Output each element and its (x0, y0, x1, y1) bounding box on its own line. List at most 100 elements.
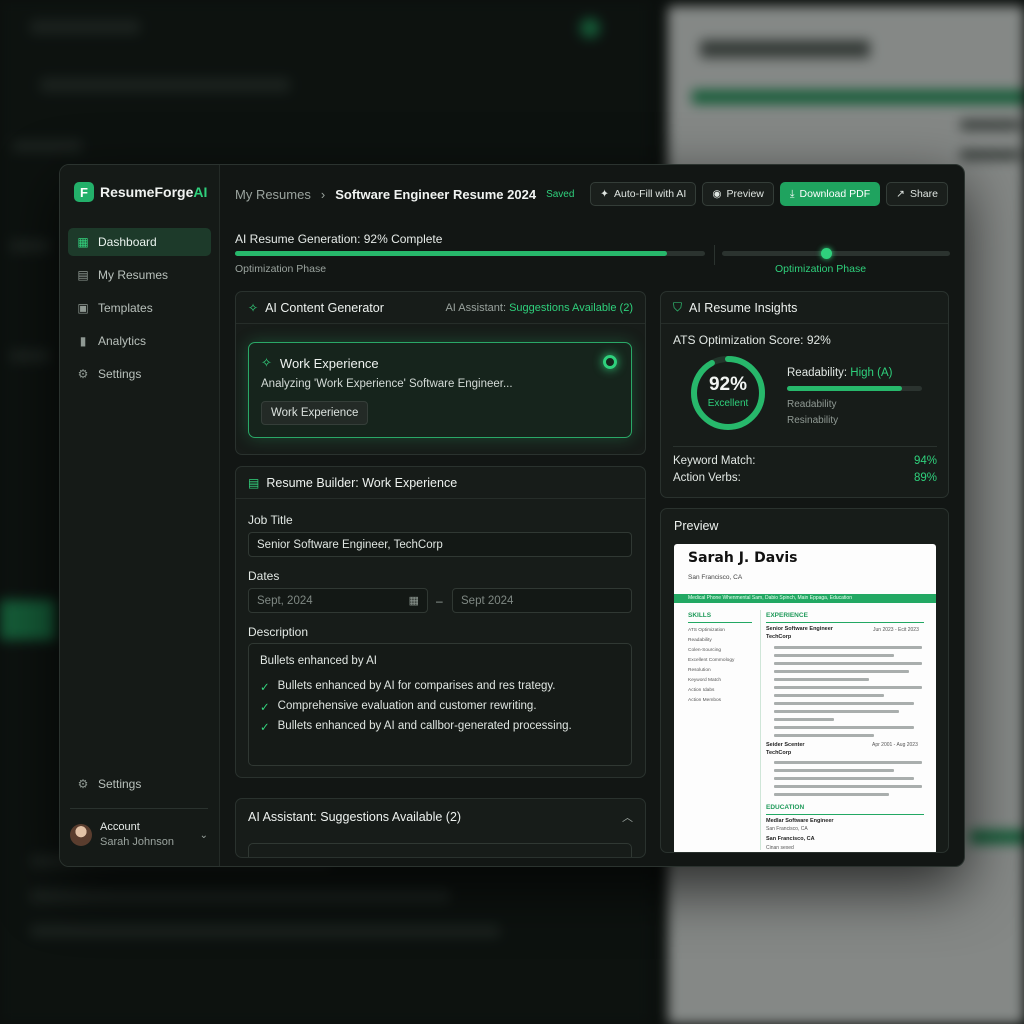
readability-label: Readability: High (A) (787, 367, 892, 379)
loading-spinner-icon (603, 355, 617, 369)
card-header: ⛉ AI Resume Insights (661, 292, 948, 324)
readability-prefix: Readability: (787, 367, 851, 379)
resume-builder-card: ▤ Resume Builder: Work Experience Job Ti… (235, 466, 646, 778)
sidebar-item-label: Templates (98, 301, 153, 315)
bullet-line (774, 654, 894, 657)
card-title: AI Resume Insights (689, 300, 798, 315)
skills-heading: SKILLS (688, 612, 712, 619)
job1-company: TechCorp (766, 634, 792, 640)
description-bullet: ✓ Bullets enhanced by AI and callbor-gene… (260, 720, 572, 734)
preview-label: Preview (726, 188, 764, 200)
generation-box: ✧ Work Experience Analyzing 'Work Experi… (248, 342, 632, 438)
assistant-status[interactable]: AI Assistant: Suggestions Available (2) (445, 302, 633, 314)
insights-divider (673, 446, 937, 447)
sidebar-divider (70, 808, 208, 809)
skill-item: Colen-Sourcing (688, 648, 722, 653)
bullet-line (774, 718, 834, 721)
contact-band-text: Medical Phone Whenmental Sam, Dabio Spin… (688, 595, 852, 601)
suggestion-item[interactable] (248, 843, 632, 857)
bullet-line (774, 670, 909, 673)
sidebar-item-analytics[interactable]: ▮ Analytics (68, 327, 211, 355)
start-date-value: Sept, 2024 (257, 594, 313, 607)
share-button[interactable]: ↗ Share (886, 182, 948, 206)
bullet-line (774, 761, 922, 764)
download-pdf-button[interactable]: ⤓ Download PDF (779, 182, 881, 206)
download-label: Download PDF (799, 188, 871, 200)
skill-item: Excellent Commology (688, 658, 735, 663)
calendar-icon[interactable]: ▦ (409, 594, 419, 607)
job1-dates: Jun 2023 - Ecit 2023 (873, 627, 919, 633)
app-window: F ResumeForgeAI ▦ Dashboard ▤ My Resumes… (59, 164, 965, 867)
score-label: Excellent (707, 398, 749, 409)
progress-divider (714, 245, 715, 265)
autofill-button[interactable]: ✦ Auto-Fill with AI (590, 182, 697, 206)
form-icon: ▤ (248, 475, 260, 490)
start-date-input[interactable]: Sept, 2024 ▦ (248, 588, 428, 613)
sparkle-icon: ✧ (248, 300, 259, 315)
phase-indicator-dot (821, 248, 832, 259)
preview-button[interactable]: ◉ Preview (702, 182, 774, 206)
top-bar: My Resumes › Software Engineer Resume 20… (235, 181, 948, 207)
job-title-label: Job Title (248, 513, 293, 527)
phase-label-right: Optimization Phase (775, 263, 867, 275)
resume-name: Sarah J. Davis (688, 550, 798, 566)
section-tag[interactable]: Work Experience (261, 401, 369, 425)
suggestions-panel[interactable]: AI Assistant: Suggestions Available (2) … (235, 798, 646, 858)
skill-item: Resolution (688, 668, 711, 673)
sidebar-item-templates[interactable]: ▣ Templates (68, 294, 211, 322)
resume-preview-document[interactable]: Sarah J. Davis San Francisco, CA Medical… (674, 544, 936, 852)
account-name: Sarah Johnson (100, 836, 174, 848)
bullet-line (774, 769, 894, 772)
chevron-up-icon[interactable]: ︿ (622, 809, 633, 825)
sparkle-icon: ✧ (261, 355, 272, 370)
dates-label: Dates (248, 569, 280, 583)
app-name: ResumeForgeAI (100, 184, 208, 200)
toolbar-buttons: ✦ Auto-Fill with AI ◉ Preview ⤓ Download PD… (590, 182, 948, 206)
sidebar-item-my-resumes[interactable]: ▤ My Resumes (68, 261, 211, 289)
card-header: ▤ Resume Builder: Work Experience (236, 467, 645, 499)
action-verbs-metric: Action Verbs: 89% (673, 472, 937, 484)
resume-location: San Francisco, CA (688, 574, 743, 581)
suggestions-header[interactable]: AI Assistant: Suggestions Available (2) … (236, 799, 645, 835)
breadcrumb-parent[interactable]: My Resumes (235, 187, 311, 202)
sidebar-item-settings[interactable]: ⚙ Settings (68, 360, 211, 388)
account-text: Account Sarah Johnson (100, 820, 174, 850)
job1-title: Senior Software Engineer (766, 626, 833, 632)
sidebar-item-dashboard[interactable]: ▦ Dashboard (68, 228, 211, 256)
page-title: Software Engineer Resume 2024 (335, 186, 537, 202)
generation-section-name: Work Experience (279, 355, 379, 371)
end-date-input[interactable]: Sept 2024 (452, 588, 632, 613)
readability-value: High (A) (850, 367, 893, 379)
sidebar-nav: ▦ Dashboard ▤ My Resumes ▣ Templates ▮ A… (68, 228, 211, 393)
skill-item: Action Membos (688, 698, 722, 703)
main-content: My Resumes › Software Engineer Resume 20… (220, 165, 964, 866)
description-bullet: ✓ Bullets enhanced by AI for comparises a… (260, 680, 556, 694)
metric-label: Action Verbs: (673, 472, 741, 484)
readability-sub-label: Readability (787, 399, 837, 410)
edu2-sub: Cinan sexed (766, 845, 794, 851)
assistant-prefix: AI Assistant: (445, 301, 510, 314)
shield-icon: ⛉ (673, 300, 683, 314)
resume-contact-band: Medical Phone Whenmental Sam, Dabio Spin… (674, 594, 936, 603)
edu2-location: San Francisco, CA (766, 836, 815, 842)
job-title-input[interactable]: Senior Software Engineer, TechCorp (248, 532, 632, 557)
experience-rule (766, 622, 924, 623)
generation-box-title: ✧ Work Experience (261, 355, 379, 371)
sidebar-item-label: My Resumes (98, 268, 169, 282)
experience-heading: EXPERIENCE (766, 612, 808, 619)
bullet-line (774, 702, 914, 705)
account-menu[interactable]: Account Sarah Johnson ⌄ (70, 820, 208, 850)
gear-icon: ⚙ (77, 777, 89, 791)
resinability-sub-label: Resinability (787, 415, 839, 426)
sidebar-settings-link[interactable]: ⚙ Settings (76, 777, 142, 791)
gear-icon: ⚙ (77, 367, 89, 381)
eye-icon: ◉ (712, 188, 722, 200)
preview-title: Preview (674, 519, 719, 533)
skill-item: Action Idabs (688, 688, 715, 693)
edu-title: Medlar Software Engineer (766, 818, 834, 824)
description-textarea[interactable]: Bullets enhanced by AI ✓ Bullets enhanced… (248, 643, 632, 766)
sidebar-item-label: Settings (98, 367, 142, 381)
generation-status-text: Analyzing 'Work Experience' Software Eng… (261, 378, 513, 390)
app-logo[interactable]: F ResumeForgeAI (74, 182, 207, 202)
bullet-line (774, 726, 914, 729)
